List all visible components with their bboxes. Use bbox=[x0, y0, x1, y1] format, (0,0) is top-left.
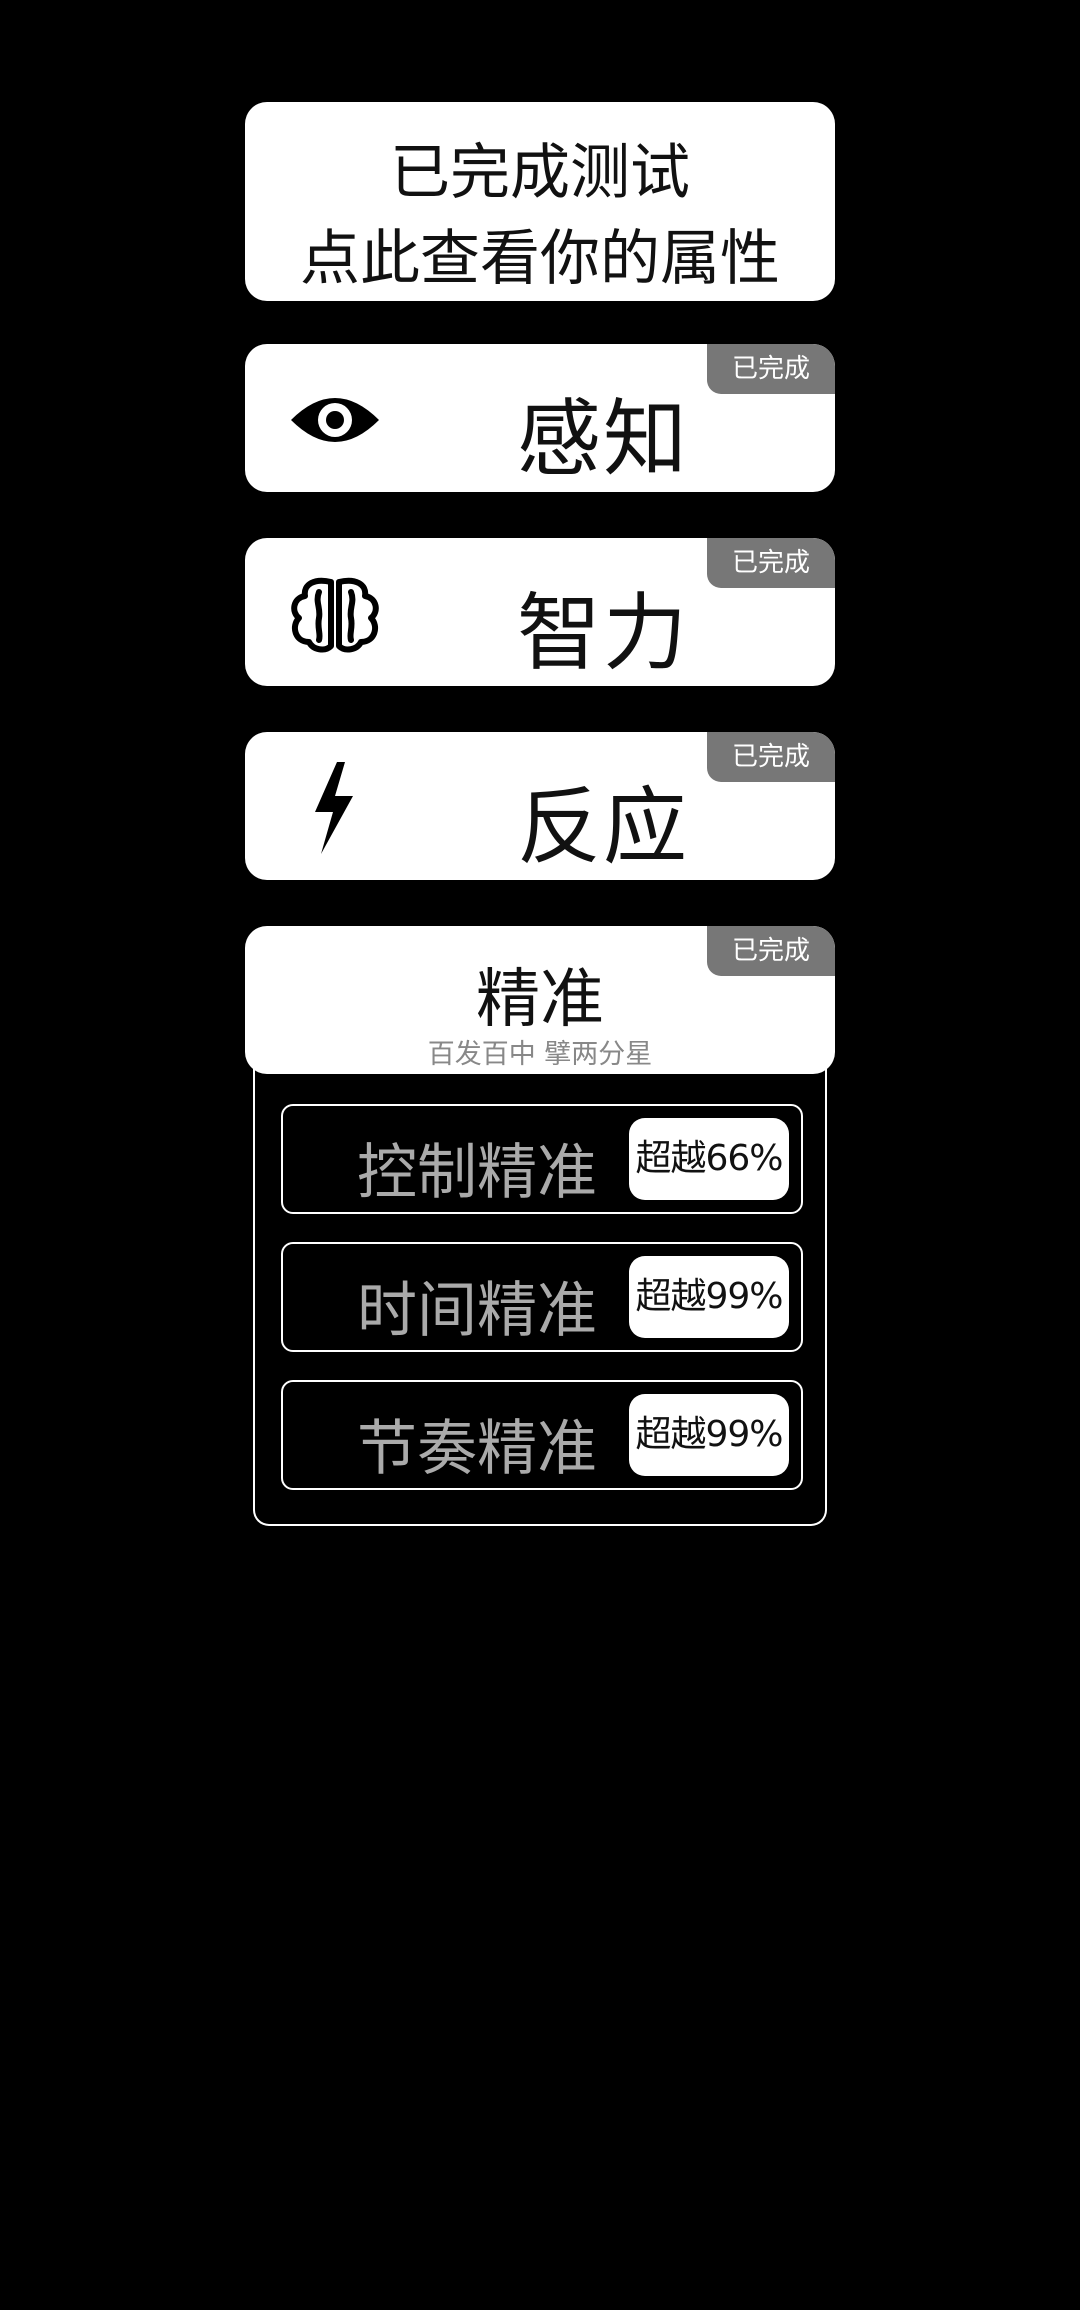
category-card-perception[interactable]: 感知 已完成 bbox=[245, 344, 835, 492]
status-badge: 已完成 bbox=[707, 926, 835, 976]
category-name: 感知 bbox=[517, 390, 690, 488]
category-card-intelligence[interactable]: 智力 已完成 bbox=[245, 538, 835, 686]
category-name: 智力 bbox=[517, 584, 690, 682]
metric-result-badge: 超越99% bbox=[629, 1394, 789, 1476]
category-card-accuracy[interactable]: 精准 百发百中 擘两分星 已完成 bbox=[245, 926, 835, 1074]
summary-subtitle: 点此查看你的属性 bbox=[300, 224, 780, 294]
metric-label: 控制精准 bbox=[357, 1138, 597, 1208]
status-badge: 已完成 bbox=[707, 732, 835, 782]
accuracy-row-rhythm: 节奏精准 超越99% bbox=[281, 1380, 803, 1490]
category-name: 反应 bbox=[517, 778, 690, 876]
status-badge: 已完成 bbox=[707, 344, 835, 394]
view-attributes-button[interactable]: 已完成测试 点此查看你的属性 bbox=[245, 102, 835, 301]
category-subtitle: 百发百中 擘两分星 bbox=[427, 1039, 653, 1070]
metric-result-badge: 超越99% bbox=[629, 1256, 789, 1338]
status-badge: 已完成 bbox=[707, 538, 835, 588]
eye-icon bbox=[291, 398, 379, 442]
brain-icon bbox=[291, 577, 379, 653]
category-card-reaction[interactable]: 反应 已完成 bbox=[245, 732, 835, 880]
accuracy-details-panel: 控制精准 超越66% 时间精准 超越99% 节奏精准 超越99% bbox=[253, 1068, 827, 1526]
lightning-icon bbox=[315, 762, 353, 854]
summary-title: 已完成测试 bbox=[390, 138, 690, 208]
metric-result-badge: 超越66% bbox=[629, 1118, 789, 1200]
metric-label: 时间精准 bbox=[357, 1276, 597, 1346]
accuracy-row-control: 控制精准 超越66% bbox=[281, 1104, 803, 1214]
accuracy-row-timing: 时间精准 超越99% bbox=[281, 1242, 803, 1352]
metric-label: 节奏精准 bbox=[357, 1414, 597, 1484]
